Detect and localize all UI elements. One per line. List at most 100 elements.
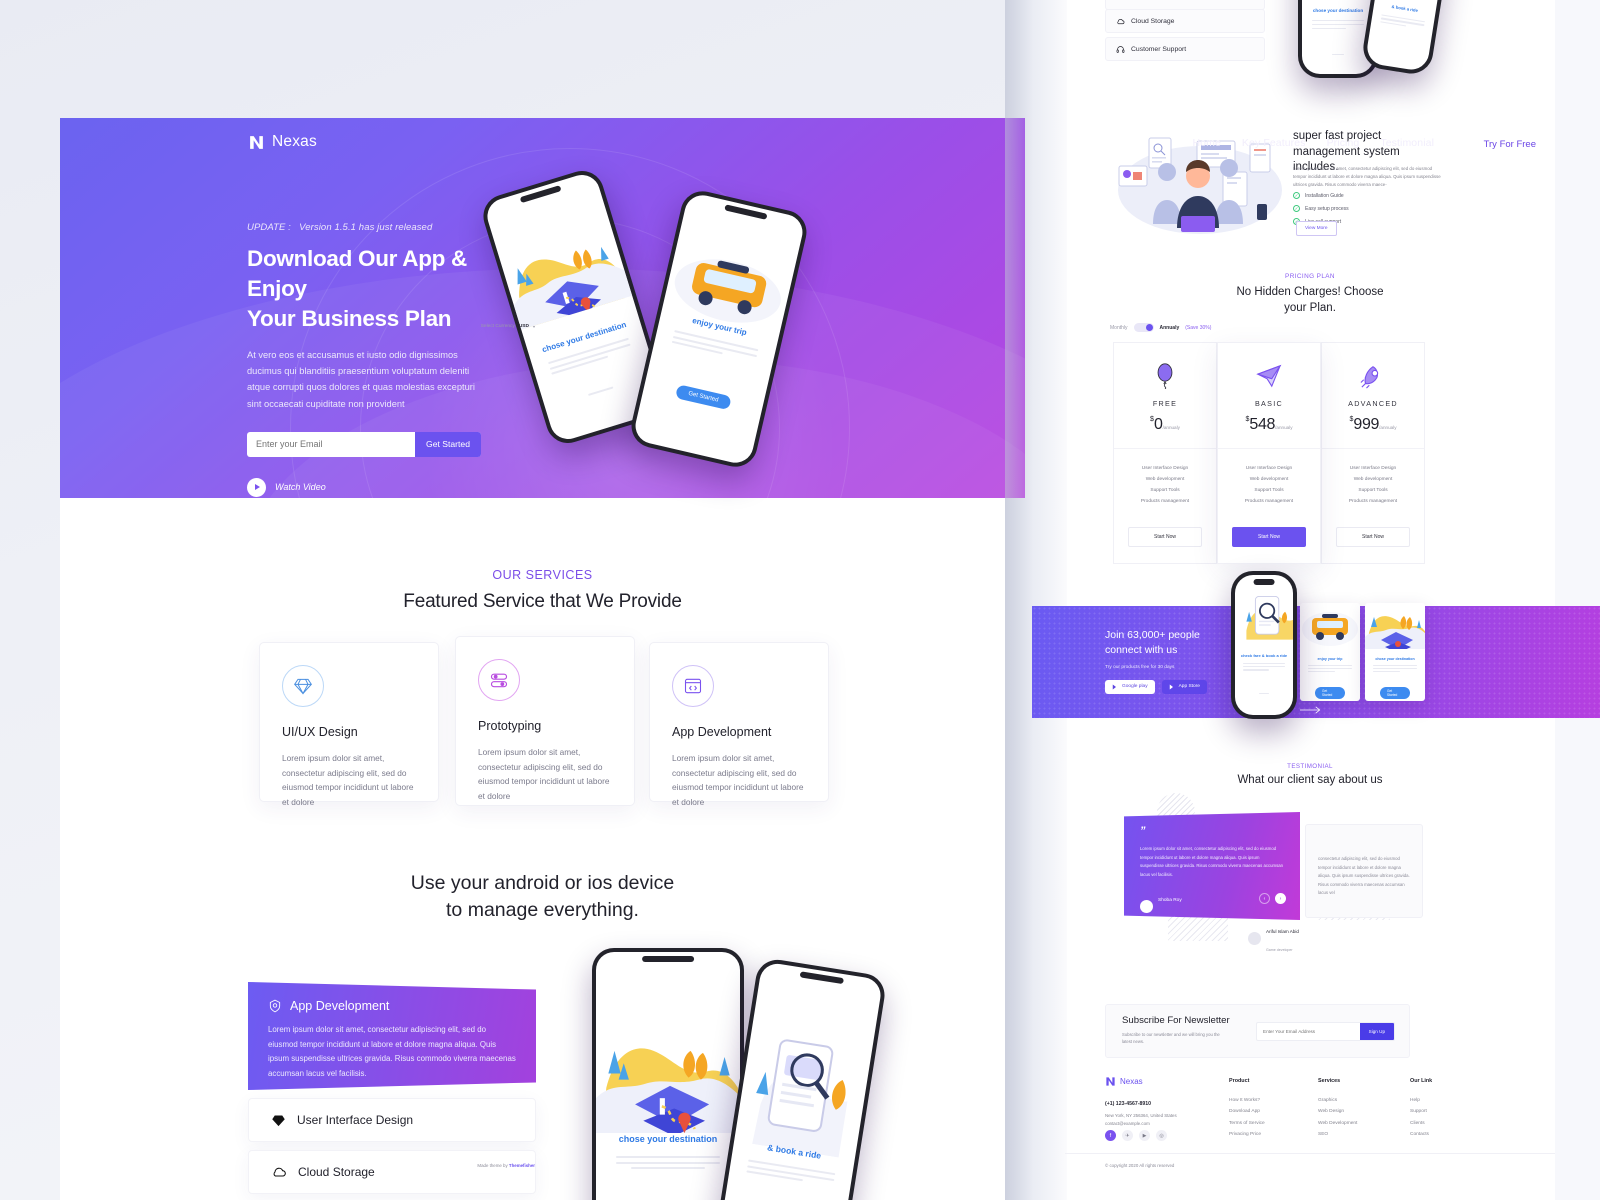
right-list-item-cloud-storage[interactable]: Cloud Storage [1105,9,1265,33]
footer-link[interactable]: Clients [1410,1118,1432,1129]
try-for-free-button[interactable]: Try For Free [1469,132,1550,157]
nav-item-testimonial[interactable]: Testimonial [1380,137,1434,149]
plan-period: /annualy [1379,425,1397,430]
app-store-button[interactable]: App Store [1161,679,1207,694]
avatar [1248,931,1261,945]
youtube-icon[interactable]: ▶ [1139,1130,1150,1141]
chevron-left-icon[interactable]: ‹ [1259,893,1270,904]
pricing-card-advanced[interactable]: ADVANCED $999/annualy User Interface Des… [1321,342,1425,565]
arrow-right-icon [1300,706,1321,714]
hero-logo[interactable]: Nexas [248,133,317,151]
watch-video-button[interactable]: Watch Video [247,477,491,497]
services-title: Featured Service that We Provide [403,591,682,612]
facebook-icon[interactable]: f [1105,1130,1116,1141]
plan-start-button-free[interactable]: Start Now [1128,527,1202,548]
checklist-label: Installation Guide [1305,192,1344,199]
footer-phone: (+1) 123-4567-8910 [1105,1101,1152,1107]
join-slide-card-taxi[interactable]: enjoy your trip Get Started [1300,603,1360,701]
hero-email-input[interactable] [247,439,416,450]
plan-start-button-advanced[interactable]: Start Now [1336,527,1410,548]
feature-list-item-ui-design[interactable]: User Interface Design [248,1098,536,1142]
taxi-illustration-small [1302,612,1358,646]
plan-features: User Interface Design Web development Su… [1322,449,1424,519]
balloon-icon [1114,359,1216,393]
book-ride-illustration [752,1039,848,1158]
services-cards: UI/UX Design Lorem ipsum dolor sit amet,… [255,636,835,807]
plan-price: $548/annualy [1218,416,1320,434]
pricing-cards: FREE $0/annualy User Interface Design We… [1113,342,1425,565]
plan-name: ADVANCED [1348,399,1398,408]
feature-card-app-development[interactable]: App Development Lorem ipsum dolor sit am… [248,982,536,1090]
service-title: Prototyping [478,719,542,733]
join-card1-caption: enjoy your trip [1317,657,1343,661]
nav-item-home[interactable]: Home [1193,137,1221,149]
right-list-item-customer-support[interactable]: Customer Support [1105,37,1265,61]
footer-link[interactable]: Download App [1229,1106,1265,1117]
footer-link[interactable]: SEO [1318,1129,1357,1140]
plan-features: User Interface Design Web development Su… [1114,449,1216,519]
toggle-label-annual[interactable]: Annualy [1160,325,1180,331]
footer-logo[interactable]: Nexas [1105,1076,1143,1087]
plan-feature: User Interface Design [1245,466,1293,471]
newsletter-email-input[interactable] [1257,1029,1360,1034]
chevron-right-icon[interactable]: › [1275,893,1286,904]
get-started-button[interactable]: Get Started [415,431,481,457]
device-phone-text-lines [616,1156,720,1169]
service-card-prototyping[interactable]: Prototyping Lorem ipsum dolor sit amet, … [455,636,635,806]
footer-link[interactable]: Web Development [1318,1118,1357,1129]
newsletter-signup-button[interactable]: Sign Up [1359,1023,1394,1040]
phone-get-started-button: Get Started [675,384,732,411]
plan-start-button-basic[interactable]: Start Now [1232,527,1306,548]
footer-link[interactable]: Support [1410,1106,1432,1117]
join-card1-button[interactable]: Get Started [1315,687,1345,699]
check-circle-icon: ✓ [1293,205,1300,212]
twitter-icon[interactable]: ✈ [1122,1130,1133,1141]
join-card2-button[interactable]: Get Started [1380,687,1410,699]
billing-switch[interactable] [1133,323,1154,332]
phone-notch [642,956,694,962]
join-title-line2: connect with us [1105,643,1178,656]
service-desc: Lorem ipsum dolor sit amet, consectetur … [672,753,804,807]
prototype-icon [478,659,520,701]
footer-link[interactable]: Graphics [1318,1095,1357,1106]
footer-link[interactable]: How It Works? [1229,1095,1265,1106]
dribbble-icon[interactable]: ◎ [1156,1130,1167,1141]
plan-price: $999/annualy [1322,416,1424,434]
footer-link[interactable]: Terms of Service [1229,1118,1265,1129]
join-card2-caption: chose your destination [1375,657,1415,661]
join-title-line1: Join 63,000+ people [1105,629,1200,641]
toggle-label-monthly[interactable]: Monthly [1110,325,1128,331]
footer-link[interactable]: Help [1410,1095,1432,1106]
join-slide-card-destination[interactable]: chose your destination Get Started [1365,603,1425,701]
footer-link[interactable]: Contacts [1410,1129,1432,1140]
hero-signup-form: Get Started [247,431,481,457]
testimonial-front-name: Shoba Roy [1158,898,1182,904]
feature-list-item-cloud-storage[interactable]: Cloud Storage [248,1150,536,1194]
footer-link[interactable]: Web Design [1318,1106,1357,1117]
pricing-card-basic[interactable]: BASIC $548/annualy User Interface Design… [1217,342,1321,565]
nav-item-pricing[interactable]: Pricing [1327,137,1360,149]
plan-period: /annualy [1162,425,1180,430]
nav-item-key-features[interactable]: Key Features [1242,137,1306,149]
app-store-label: App Store [1178,684,1200,690]
pricing-card-free[interactable]: FREE $0/annualy User Interface Design We… [1113,342,1217,565]
cloud-icon [1117,18,1125,24]
pricing-title: No Hidden Charges! Choose your Plan. [1065,284,1555,316]
plan-price: $0/annualy [1114,416,1216,434]
plan-feature: User Interface Design [1349,466,1397,471]
phone-notch [799,971,844,985]
google-play-label: Google play [1122,684,1148,690]
google-play-button[interactable]: Google play [1105,679,1155,694]
service-card-uiux[interactable]: UI/UX Design Lorem ipsum dolor sit amet,… [259,642,439,807]
quote-icon: ” [1140,825,1146,837]
right-phone-b-caption: & book a ride [1391,3,1419,14]
footer-link[interactable]: Privacing Price [1229,1129,1265,1140]
hero-update-prefix: UPDATE : [247,222,291,233]
footer-email: contact@example.com [1105,1121,1150,1127]
view-more-button[interactable]: View More [1296,221,1337,236]
testimonial-back-name: Ariful Islam Abid [1266,929,1299,934]
hero-update-line: UPDATE : Version 1.5.1 has just released [247,222,491,233]
service-card-app-dev[interactable]: App Development Lorem ipsum dolor sit am… [649,642,829,807]
made-by-brand[interactable]: Themefisher [509,1163,535,1168]
join-slider-arrow[interactable] [1300,706,1322,714]
